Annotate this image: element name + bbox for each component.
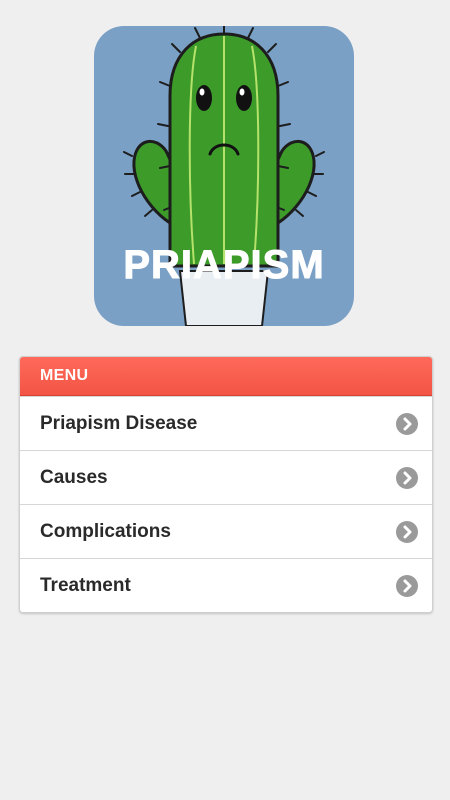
chevron-right-icon	[396, 575, 418, 597]
menu-item-label: Causes	[40, 467, 108, 488]
menu-panel: MENU Priapism Disease Causes Complicatio…	[19, 356, 433, 613]
chevron-right-icon	[396, 467, 418, 489]
app-screen: PRIAPISM MENU Priapism Disease Causes Co…	[0, 0, 450, 800]
menu-header: MENU	[20, 357, 432, 396]
chevron-right-icon	[396, 413, 418, 435]
app-logo: PRIAPISM	[94, 26, 354, 326]
menu-item-causes[interactable]: Causes	[20, 450, 432, 504]
chevron-right-icon	[396, 521, 418, 543]
menu-item-priapism-disease[interactable]: Priapism Disease	[20, 396, 432, 450]
menu-item-label: Complications	[40, 521, 171, 542]
menu-item-treatment[interactable]: Treatment	[20, 558, 432, 612]
menu-item-label: Treatment	[40, 575, 131, 596]
menu-item-label: Priapism Disease	[40, 413, 198, 434]
menu-item-complications[interactable]: Complications	[20, 504, 432, 558]
logo-wordmark: PRIAPISM	[123, 243, 324, 287]
cactus-icon: PRIAPISM	[123, 26, 325, 326]
